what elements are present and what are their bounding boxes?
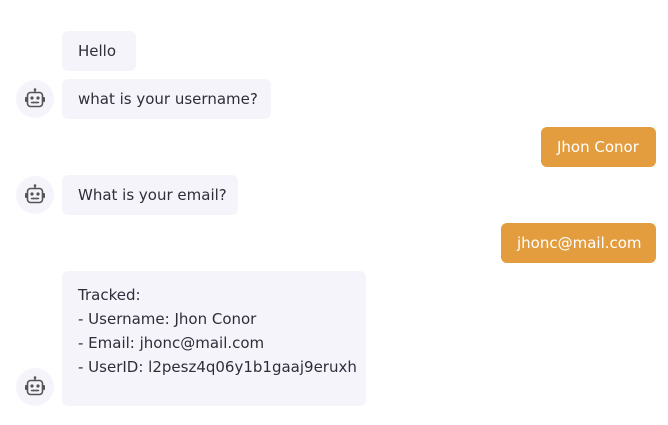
bot-message: what is your username? — [62, 79, 271, 119]
bot-avatar — [16, 368, 54, 406]
user-message: Jhon Conor — [541, 127, 656, 167]
bot-message-summary: Tracked: - Username: Jhon Conor - Email:… — [62, 271, 366, 406]
bot-message: Hello — [62, 31, 136, 71]
chat-transcript: Hello what is your username? Jhon Conor — [0, 0, 668, 425]
bot-avatar — [16, 80, 54, 118]
user-message: jhonc@mail.com — [501, 223, 656, 263]
robot-icon — [25, 376, 45, 396]
robot-icon — [25, 88, 45, 108]
robot-icon — [25, 184, 45, 204]
bot-avatar — [16, 176, 54, 214]
bot-message: What is your email? — [62, 175, 238, 215]
